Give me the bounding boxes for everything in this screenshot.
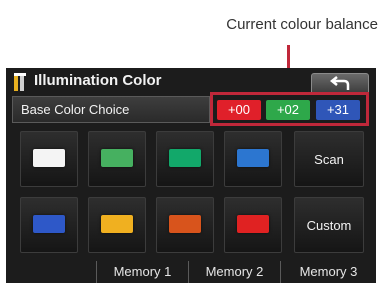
illumination-screen: Illumination Color Base Color Choice +00… xyxy=(6,68,376,283)
colour-swatch xyxy=(101,149,133,167)
colour-swatch xyxy=(33,149,65,167)
blue-balance-value: +31 xyxy=(316,100,360,120)
page-title: Illumination Color xyxy=(34,72,162,89)
colour-swatch-button[interactable] xyxy=(156,197,214,253)
memory-tab-row: Memory 1 Memory 2 Memory 3 xyxy=(6,261,376,283)
memory-2-tab[interactable]: Memory 2 xyxy=(188,261,280,283)
colour-swatch xyxy=(101,215,133,233)
colour-swatch-button[interactable] xyxy=(224,131,282,187)
colour-swatch-button[interactable] xyxy=(88,197,146,253)
custom-button[interactable]: Custom xyxy=(294,197,364,253)
title-bar: Illumination Color xyxy=(6,68,376,95)
colour-balance-readout: +00 +02 +31 xyxy=(210,92,369,126)
memory-3-tab[interactable]: Memory 3 xyxy=(280,261,376,283)
back-arrow-icon xyxy=(330,76,350,90)
illumination-icon xyxy=(14,73,26,91)
colour-swatch xyxy=(169,149,201,167)
scan-button[interactable]: Scan xyxy=(294,131,364,187)
base-color-choice-label: Base Color Choice xyxy=(21,102,130,117)
green-balance-value: +02 xyxy=(266,100,310,120)
colour-swatch-button[interactable] xyxy=(156,131,214,187)
colour-swatch xyxy=(169,215,201,233)
red-balance-value: +00 xyxy=(217,100,261,120)
colour-swatch-button[interactable] xyxy=(20,131,78,187)
colour-swatch xyxy=(33,215,65,233)
memory-1-tab[interactable]: Memory 1 xyxy=(96,261,188,283)
colour-swatch xyxy=(237,149,269,167)
colour-swatch xyxy=(237,215,269,233)
base-color-choice-bar: Base Color Choice xyxy=(12,96,210,123)
annotation-label: Current colour balance xyxy=(226,16,378,33)
colour-swatch-button[interactable] xyxy=(88,131,146,187)
colour-swatch-button[interactable] xyxy=(20,197,78,253)
colour-swatch-button[interactable] xyxy=(224,197,282,253)
